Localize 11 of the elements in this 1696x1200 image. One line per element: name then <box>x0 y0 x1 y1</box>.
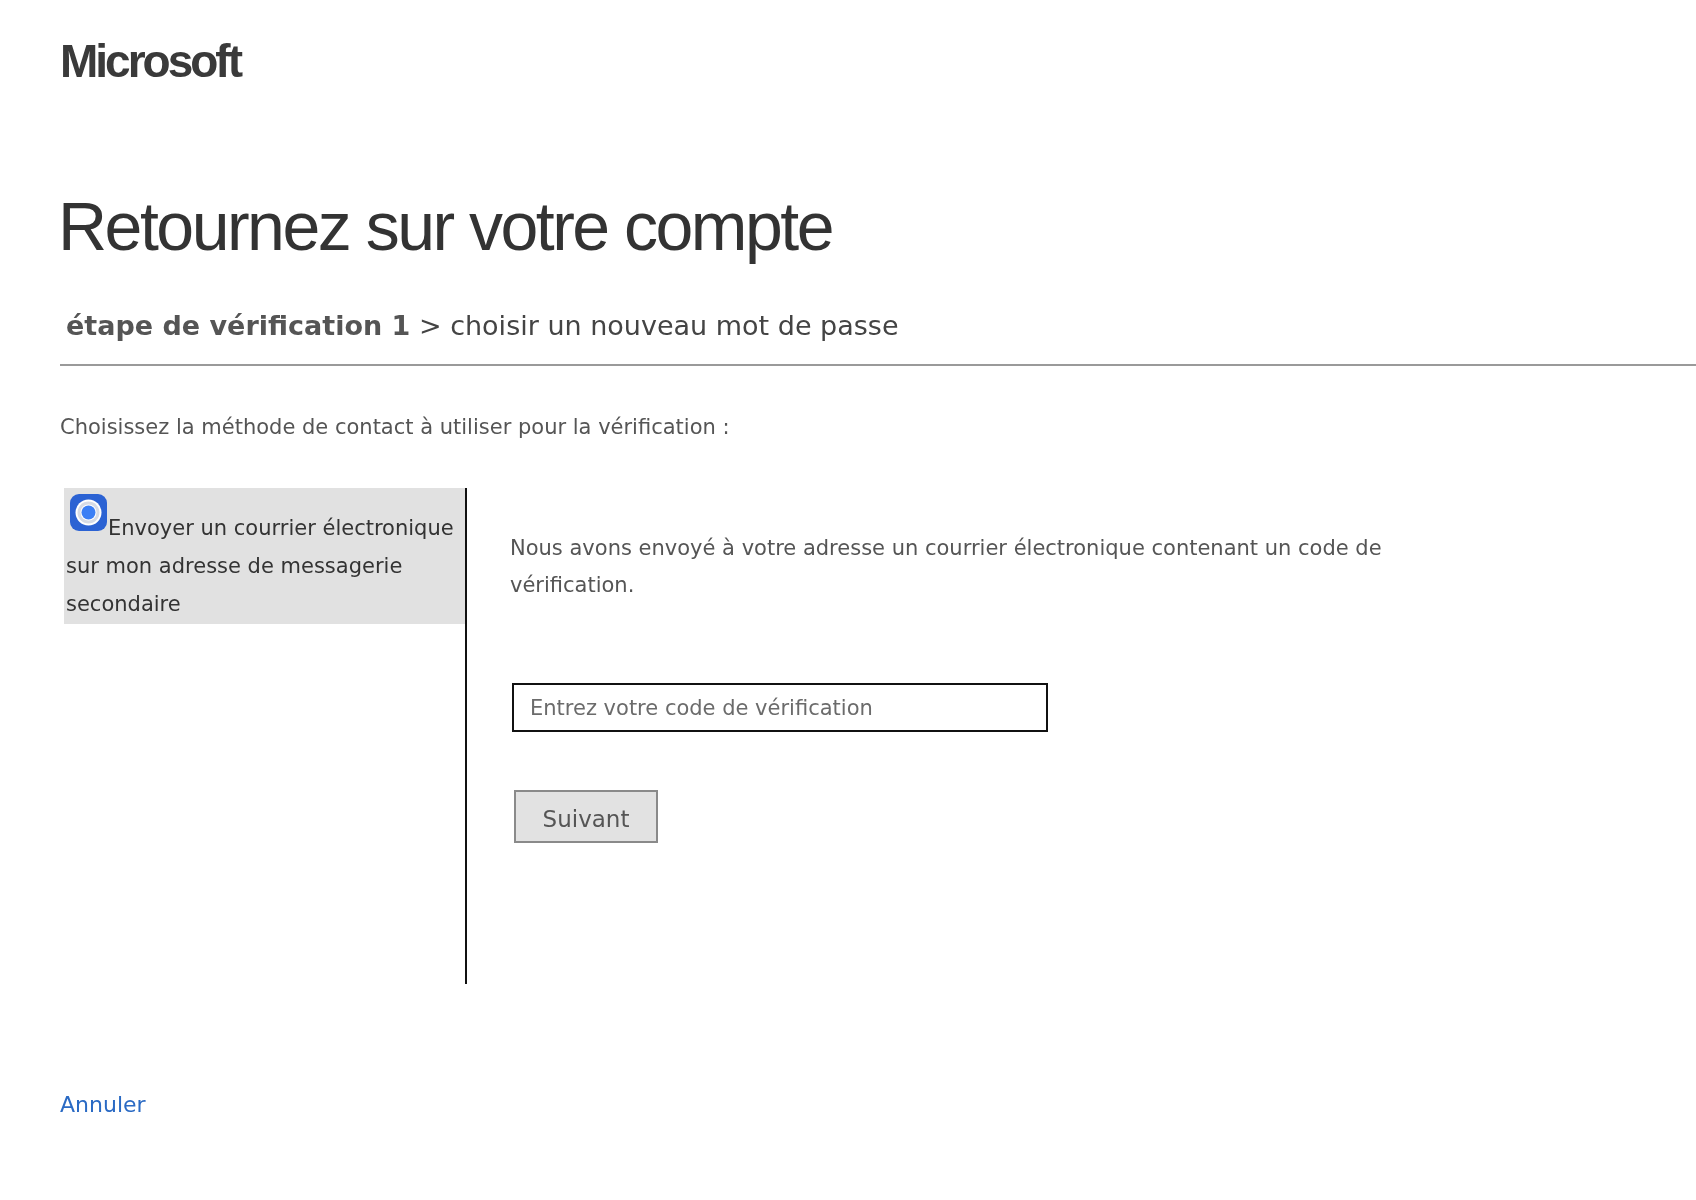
prompt-text: Choisissez la méthode de contact à utiliser pour la vérification : <box>60 414 730 441</box>
cancel-link[interactable]: Annuler <box>60 1090 146 1120</box>
option-label: Envoyer un courrier électronique sur mon adresse de messagerie secondaire <box>66 516 454 616</box>
step-indicator: étape de vérification 1 > choisir un nouveau mot de passe <box>65 309 899 343</box>
next-button[interactable]: Suivant <box>514 790 658 843</box>
code-input[interactable]: Entrez votre code de vérification <box>512 683 1048 732</box>
page-title: Retournez sur votre compte <box>58 187 833 266</box>
radio-button[interactable] <box>70 494 107 531</box>
contact-option[interactable]: Envoyer un courrier électronique sur mon adresse de messagerie secondaire <box>64 488 465 624</box>
logo-wordmark: Microsoft <box>60 38 240 84</box>
info-message: Nous avons envoyé à votre adresse un courrier électronique contenant un code de vérification. <box>510 535 1383 599</box>
